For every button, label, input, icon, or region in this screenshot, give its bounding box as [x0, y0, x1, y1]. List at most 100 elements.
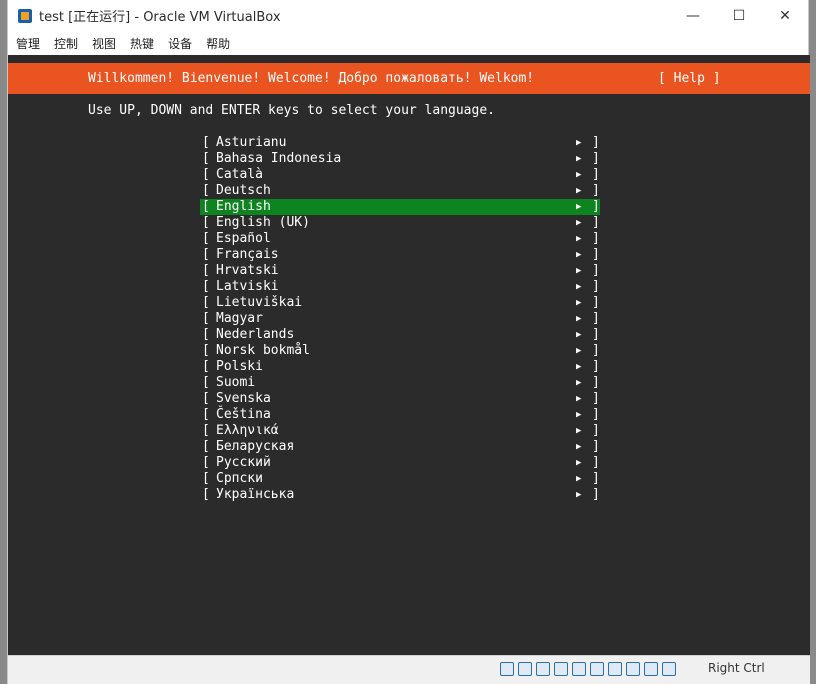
language-label: English (UK) [216, 215, 310, 230]
language-option[interactable]: [Српски ▶] [200, 471, 600, 487]
right-bracket: ] [592, 407, 600, 422]
left-bracket: [ [202, 391, 210, 406]
usb-icon[interactable] [572, 662, 586, 676]
menu-manage[interactable]: 管理 [16, 33, 40, 54]
right-bracket: ] [592, 263, 600, 278]
language-option[interactable]: [ Norsk bokmål ▶] [200, 343, 600, 359]
network-icon[interactable] [554, 662, 568, 676]
left-bracket: [ [202, 151, 210, 166]
right-bracket: ] [592, 423, 600, 438]
language-label: Ελληνικά [216, 423, 279, 438]
right-bracket: ] [592, 471, 600, 486]
shared-folder-icon[interactable] [590, 662, 604, 676]
right-bracket: ] [592, 295, 600, 310]
language-label: Suomi [216, 375, 256, 390]
close-button[interactable]: ✕ [762, 0, 808, 31]
language-option[interactable]: [Suomi ▶] [200, 375, 600, 391]
arrow-right-icon: ▶ [576, 186, 582, 196]
virtualbox-app-icon [17, 8, 33, 24]
menu-help[interactable]: 帮助 [206, 33, 230, 54]
language-option[interactable]: [Svenska ▶] [200, 391, 600, 407]
language-option[interactable]: [Deutsch ▶] [200, 183, 600, 199]
left-bracket: [ [202, 231, 210, 246]
left-bracket: [ [202, 487, 210, 502]
right-bracket: ] [592, 343, 600, 358]
title-bar[interactable]: test [正在运行] - Oracle VM VirtualBox — ☐ ✕ [8, 0, 808, 31]
menu-devices[interactable]: 设备 [168, 33, 192, 54]
language-label: Français [216, 247, 279, 262]
language-option[interactable]: [Magyar ▶] [200, 311, 600, 327]
optical-disk-icon[interactable] [518, 662, 532, 676]
window-title: test [正在运行] - Oracle VM VirtualBox [39, 10, 281, 25]
arrow-right-icon: ▶ [576, 458, 582, 468]
language-option[interactable]: [English ▶] [200, 199, 600, 215]
minimize-button[interactable]: — [670, 0, 716, 31]
right-bracket: ] [592, 359, 600, 374]
language-option[interactable]: [Русский ▶] [200, 455, 600, 471]
menu-bar: 管理 控制 视图 热键 设备 帮助 [8, 31, 808, 55]
maximize-button[interactable]: ☐ [716, 0, 762, 31]
right-bracket: ] [592, 375, 600, 390]
menu-view[interactable]: 视图 [92, 33, 116, 54]
host-key-label: Right Ctrl [708, 661, 765, 675]
left-bracket: [ [202, 375, 210, 390]
language-label: Norsk bokmål [216, 343, 310, 358]
right-bracket: ] [592, 455, 600, 470]
language-option[interactable]: [Polski ▶] [200, 359, 600, 375]
arrow-right-icon: ▶ [576, 410, 582, 420]
left-bracket: [ [202, 311, 210, 326]
language-option[interactable]: [Bahasa Indonesia ▶] [200, 151, 600, 167]
arrow-right-icon: ▶ [576, 170, 582, 180]
left-bracket: [ [202, 135, 210, 150]
arrow-right-icon: ▶ [576, 266, 582, 276]
right-bracket: ] [592, 279, 600, 294]
arrow-right-icon: ▶ [576, 426, 582, 436]
arrow-right-icon: ▶ [576, 346, 582, 356]
language-option[interactable]: [ Ελληνικά ▶] [200, 423, 600, 439]
language-label: Magyar [216, 311, 263, 326]
vm-display[interactable]: Willkommen! Bienvenue! Welcome! Добро по… [8, 55, 810, 655]
left-bracket: [ [202, 343, 210, 358]
right-bracket: ] [592, 199, 600, 214]
recording-icon[interactable] [626, 662, 640, 676]
language-option[interactable]: [English (UK) ▶] [200, 215, 600, 231]
language-option[interactable]: [Čeština ▶] [200, 407, 600, 423]
arrow-right-icon: ▶ [576, 138, 582, 148]
language-option[interactable]: [Latviski ▶] [200, 279, 600, 295]
status-bar: Right Ctrl [8, 655, 810, 684]
arrow-right-icon: ▶ [576, 490, 582, 500]
right-bracket: ] [592, 135, 600, 150]
left-bracket: [ [202, 423, 210, 438]
menu-hotkeys[interactable]: 热键 [130, 33, 154, 54]
status-icons [500, 662, 680, 676]
language-option[interactable]: [Беларуская ▶] [200, 439, 600, 455]
language-option[interactable]: [Asturianu ▶] [200, 135, 600, 151]
right-bracket: ] [592, 391, 600, 406]
language-option[interactable]: [Español ▶] [200, 231, 600, 247]
language-option[interactable]: [Français ▶] [200, 247, 600, 263]
mouse-integration-icon[interactable] [662, 662, 676, 676]
hard-disk-icon[interactable] [500, 662, 514, 676]
language-label: Українська [216, 487, 295, 502]
language-label: Српски [216, 471, 263, 486]
installer-header: Willkommen! Bienvenue! Welcome! Добро по… [8, 63, 810, 94]
right-bracket: ] [592, 327, 600, 342]
audio-icon[interactable] [536, 662, 550, 676]
right-bracket: ] [592, 487, 600, 502]
arrow-right-icon: ▶ [576, 202, 582, 212]
menu-control[interactable]: 控制 [54, 33, 78, 54]
help-button[interactable]: [ Help ] [658, 71, 721, 86]
language-option[interactable]: [ Українська ▶] [200, 487, 600, 503]
right-bracket: ] [592, 151, 600, 166]
language-option[interactable]: [Català ▶] [200, 167, 600, 183]
right-bracket: ] [592, 231, 600, 246]
display-icon[interactable] [608, 662, 622, 676]
cpu-icon[interactable] [644, 662, 658, 676]
language-option[interactable]: [Nederlands ▶] [200, 327, 600, 343]
right-bracket: ] [592, 167, 600, 182]
language-option[interactable]: [Lietuviškai ▶] [200, 295, 600, 311]
language-option[interactable]: [ Hrvatski ▶] [200, 263, 600, 279]
arrow-right-icon: ▶ [576, 394, 582, 404]
left-bracket: [ [202, 263, 210, 278]
language-label: Hrvatski [216, 263, 279, 278]
